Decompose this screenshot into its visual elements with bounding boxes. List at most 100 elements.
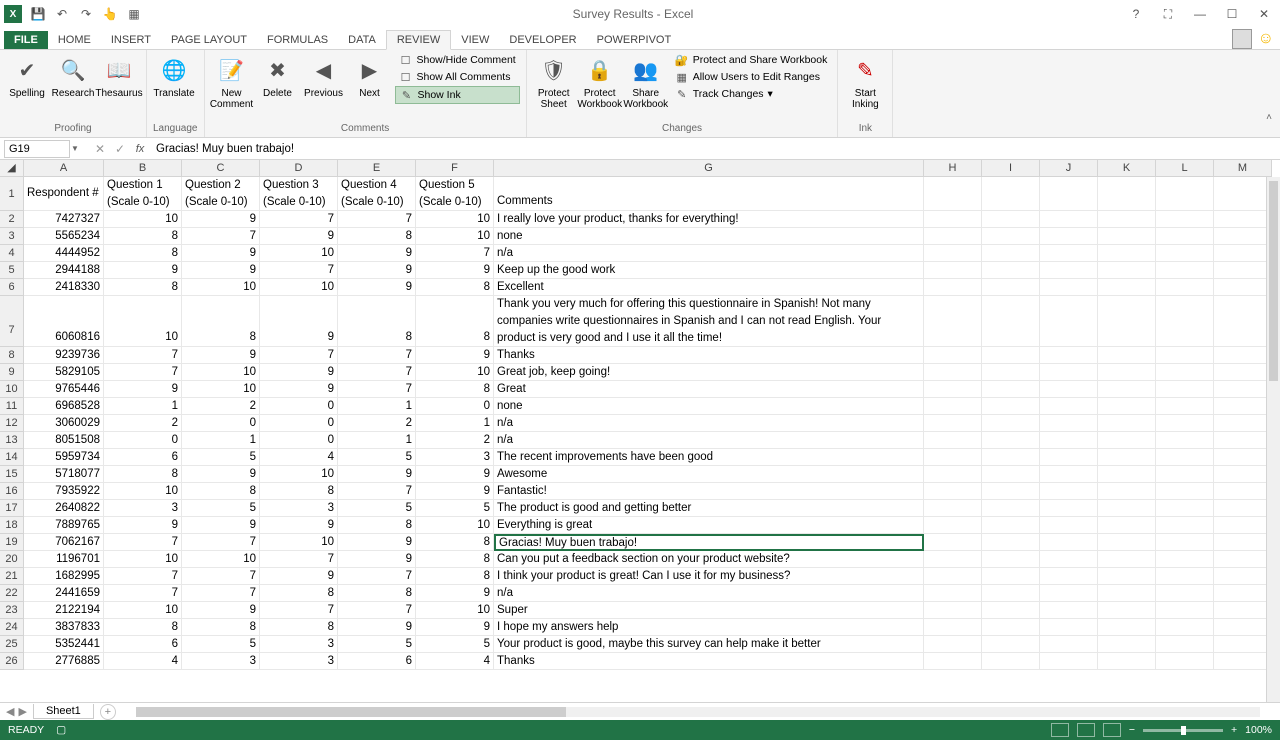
cell-blank-15-4[interactable] bbox=[1156, 466, 1214, 483]
cell-blank-24-0[interactable] bbox=[924, 619, 982, 636]
cell-blank-9-5[interactable] bbox=[1214, 364, 1272, 381]
cell-D10[interactable]: 9 bbox=[260, 381, 338, 398]
cell-blank-23-1[interactable] bbox=[982, 602, 1040, 619]
zoom-slider[interactable] bbox=[1143, 729, 1223, 732]
cell-E20[interactable]: 9 bbox=[338, 551, 416, 568]
cell-blank-10-4[interactable] bbox=[1156, 381, 1214, 398]
cell-E16[interactable]: 7 bbox=[338, 483, 416, 500]
row-head-5[interactable]: 5 bbox=[0, 262, 24, 279]
cell-A2[interactable]: 7427327 bbox=[24, 211, 104, 228]
cell-blank-12-3[interactable] bbox=[1098, 415, 1156, 432]
cell-blank-25-0[interactable] bbox=[924, 636, 982, 653]
cell-blank-21-3[interactable] bbox=[1098, 568, 1156, 585]
cell-B25[interactable]: 6 bbox=[104, 636, 182, 653]
cell-A20[interactable]: 1196701 bbox=[24, 551, 104, 568]
cell-blank-2-3[interactable] bbox=[1098, 211, 1156, 228]
cell-C23[interactable]: 9 bbox=[182, 602, 260, 619]
cell-F20[interactable]: 8 bbox=[416, 551, 494, 568]
cell-blank-8-1[interactable] bbox=[982, 347, 1040, 364]
cell-blank-5-0[interactable] bbox=[924, 262, 982, 279]
cell-blank-26-4[interactable] bbox=[1156, 653, 1214, 670]
cell-C5[interactable]: 9 bbox=[182, 262, 260, 279]
row-head-15[interactable]: 15 bbox=[0, 466, 24, 483]
cell-B13[interactable]: 0 bbox=[104, 432, 182, 449]
col-head-F[interactable]: F bbox=[416, 160, 494, 177]
cell-blank-24-4[interactable] bbox=[1156, 619, 1214, 636]
cell-blank-20-0[interactable] bbox=[924, 551, 982, 568]
cell-C18[interactable]: 9 bbox=[182, 517, 260, 534]
cell-blank-16-3[interactable] bbox=[1098, 483, 1156, 500]
cell-E13[interactable]: 1 bbox=[338, 432, 416, 449]
cell-blank-5-3[interactable] bbox=[1098, 262, 1156, 279]
cell-B4[interactable]: 8 bbox=[104, 245, 182, 262]
cell-C1[interactable]: Question 2(Scale 0-10) bbox=[182, 177, 260, 211]
cell-E10[interactable]: 7 bbox=[338, 381, 416, 398]
cell-C8[interactable]: 9 bbox=[182, 347, 260, 364]
cell-blank-12-0[interactable] bbox=[924, 415, 982, 432]
cell-blank-8-3[interactable] bbox=[1098, 347, 1156, 364]
customize-qat-icon[interactable]: ▦ bbox=[126, 6, 142, 22]
col-head-E[interactable]: E bbox=[338, 160, 416, 177]
cell-blank-12-2[interactable] bbox=[1040, 415, 1098, 432]
row-head-26[interactable]: 26 bbox=[0, 653, 24, 670]
cell-B2[interactable]: 10 bbox=[104, 211, 182, 228]
tab-developer[interactable]: DEVELOPER bbox=[499, 31, 586, 49]
cell-D21[interactable]: 9 bbox=[260, 568, 338, 585]
cell-blank-13-2[interactable] bbox=[1040, 432, 1098, 449]
cell-blank-4-3[interactable] bbox=[1098, 245, 1156, 262]
cell-blank-2-0[interactable] bbox=[924, 211, 982, 228]
cell-blank-10-3[interactable] bbox=[1098, 381, 1156, 398]
cell-blank-10-1[interactable] bbox=[982, 381, 1040, 398]
help-icon[interactable]: ? bbox=[1124, 4, 1148, 24]
cell-blank-12-1[interactable] bbox=[982, 415, 1040, 432]
cell-blank-4-5[interactable] bbox=[1214, 245, 1272, 262]
cell-D4[interactable]: 10 bbox=[260, 245, 338, 262]
cell-blank-9-3[interactable] bbox=[1098, 364, 1156, 381]
cell-A18[interactable]: 7889765 bbox=[24, 517, 104, 534]
cell-blank-5-1[interactable] bbox=[982, 262, 1040, 279]
add-sheet-button[interactable]: + bbox=[100, 704, 116, 720]
col-head-A[interactable]: A bbox=[24, 160, 104, 177]
cell-G20[interactable]: Can you put a feedback section on your p… bbox=[494, 551, 924, 568]
cell-blank-3-2[interactable] bbox=[1040, 228, 1098, 245]
cell-D18[interactable]: 9 bbox=[260, 517, 338, 534]
zoom-level[interactable]: 100% bbox=[1245, 724, 1272, 736]
cell-D14[interactable]: 4 bbox=[260, 449, 338, 466]
cell-E6[interactable]: 9 bbox=[338, 279, 416, 296]
col-head-D[interactable]: D bbox=[260, 160, 338, 177]
cell-E14[interactable]: 5 bbox=[338, 449, 416, 466]
cell-blank-13-3[interactable] bbox=[1098, 432, 1156, 449]
cell-blank-25-2[interactable] bbox=[1040, 636, 1098, 653]
cell-D16[interactable]: 8 bbox=[260, 483, 338, 500]
cell-blank-h2[interactable] bbox=[1040, 177, 1098, 211]
close-button[interactable]: ✕ bbox=[1252, 4, 1276, 24]
cell-blank-5-2[interactable] bbox=[1040, 262, 1098, 279]
cell-D1[interactable]: Question 3(Scale 0-10) bbox=[260, 177, 338, 211]
cell-E12[interactable]: 2 bbox=[338, 415, 416, 432]
cell-F6[interactable]: 8 bbox=[416, 279, 494, 296]
cell-blank-14-3[interactable] bbox=[1098, 449, 1156, 466]
page-break-view-button[interactable] bbox=[1103, 723, 1121, 737]
touch-mode-icon[interactable]: 👆 bbox=[102, 6, 118, 22]
cell-blank-8-5[interactable] bbox=[1214, 347, 1272, 364]
row-head-16[interactable]: 16 bbox=[0, 483, 24, 500]
row-head-18[interactable]: 18 bbox=[0, 517, 24, 534]
cell-F19[interactable]: 8 bbox=[416, 534, 494, 551]
cell-blank-12-5[interactable] bbox=[1214, 415, 1272, 432]
row-head-11[interactable]: 11 bbox=[0, 398, 24, 415]
cell-A14[interactable]: 5959734 bbox=[24, 449, 104, 466]
cell-A9[interactable]: 5829105 bbox=[24, 364, 104, 381]
cell-blank-16-0[interactable] bbox=[924, 483, 982, 500]
tab-view[interactable]: VIEW bbox=[451, 31, 499, 49]
excel-icon[interactable]: X bbox=[4, 5, 22, 23]
cell-blank-24-5[interactable] bbox=[1214, 619, 1272, 636]
cell-G3[interactable]: none bbox=[494, 228, 924, 245]
cell-blank-h0[interactable] bbox=[924, 177, 982, 211]
col-head-K[interactable]: K bbox=[1098, 160, 1156, 177]
cell-G18[interactable]: Everything is great bbox=[494, 517, 924, 534]
cell-B21[interactable]: 7 bbox=[104, 568, 182, 585]
cell-E1[interactable]: Question 4(Scale 0-10) bbox=[338, 177, 416, 211]
cell-A23[interactable]: 2122194 bbox=[24, 602, 104, 619]
cell-B10[interactable]: 9 bbox=[104, 381, 182, 398]
cell-blank-5-5[interactable] bbox=[1214, 262, 1272, 279]
